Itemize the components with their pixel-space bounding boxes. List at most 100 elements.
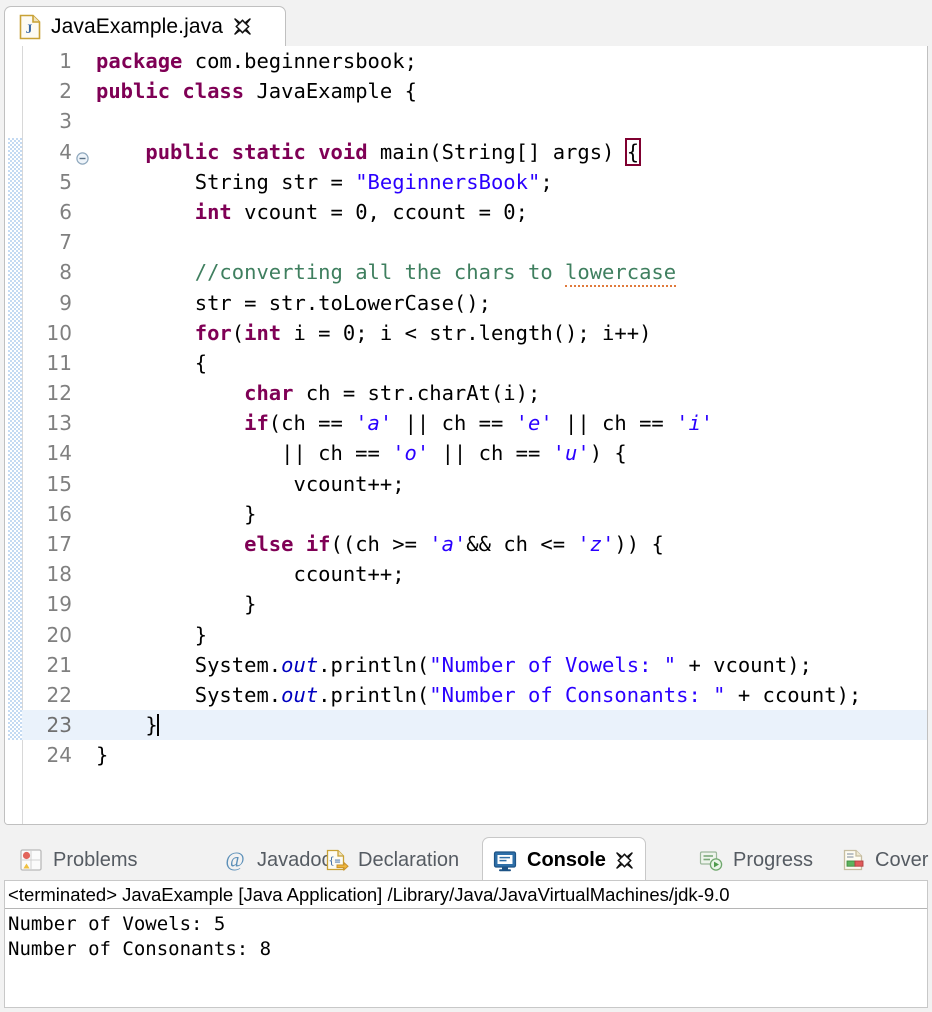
line-number: 15	[46, 471, 72, 496]
bottom-tab-label: Problems	[53, 848, 138, 871]
eclipse-ide-window: J JavaExample.java 1 package com.beginner…	[0, 0, 932, 1012]
code-line[interactable]: 18 ccount++;	[22, 559, 927, 589]
coverage-icon	[840, 847, 866, 873]
code-line[interactable]: 20 }	[22, 620, 927, 650]
code-text: public class JavaExample {	[96, 79, 417, 104]
code-text: }	[96, 713, 159, 738]
line-number: 4	[59, 139, 72, 164]
code-line[interactable]: 7	[22, 227, 927, 257]
code-line[interactable]: 17 else if((ch >= 'a'&& ch <= 'z')) {	[22, 529, 927, 559]
line-number: 20	[46, 622, 72, 647]
line-number: 22	[46, 682, 72, 707]
line-number: 1	[59, 49, 72, 73]
editor-marker-bar[interactable]	[5, 46, 23, 824]
code-text: else if((ch >= 'a'&& ch <= 'z')) {	[244, 532, 664, 556]
code-text: }	[96, 622, 208, 647]
console-output: Number of Vowels: 5 Number of Consonants…	[8, 913, 272, 960]
code-line[interactable]: 9 str = str.toLowerCase();	[22, 288, 927, 318]
line-number: 14	[46, 441, 72, 466]
declaration-icon: {=	[323, 847, 349, 873]
code-text: package com.beginnersbook;	[96, 49, 417, 73]
line-number: 11	[46, 350, 72, 375]
code-text: }	[96, 592, 257, 617]
code-line[interactable]: 6 int vcount = 0, ccount = 0;	[22, 197, 927, 227]
code-line[interactable]: 3	[22, 106, 927, 136]
svg-text:J: J	[26, 21, 33, 36]
bottom-tab-cover[interactable]: Cover	[834, 839, 932, 881]
code-line[interactable]: 11 {	[22, 348, 927, 378]
line-number: 12	[46, 381, 72, 406]
code-line[interactable]: 4 public static void main(String[] args)…	[22, 137, 927, 167]
console-view[interactable]: <terminated> JavaExample [Java Applicati…	[4, 880, 928, 1008]
code-line[interactable]: 16 }	[22, 499, 927, 529]
code-line[interactable]: 12 char ch = str.charAt(i);	[22, 378, 927, 408]
code-text: }	[96, 743, 109, 768]
code-text: {	[96, 350, 208, 375]
close-icon[interactable]	[614, 850, 635, 871]
code-text: ccount++;	[96, 562, 405, 587]
code-line[interactable]: 23 }	[22, 710, 927, 741]
line-number: 2	[59, 79, 72, 104]
code-line[interactable]: 8 //converting all the chars to lowercas…	[22, 257, 927, 288]
bottom-tab-label: Progress	[733, 848, 814, 871]
line-number: 19	[46, 592, 72, 617]
code-text: System.out.println("Number of Vowels: " …	[96, 652, 812, 677]
bottom-view-stack: Problems @ Javadoc {= Declaration Console Prog…	[0, 833, 932, 1012]
line-number: 13	[46, 411, 72, 436]
code-text: System.out.println("Number of Consonants…	[96, 682, 862, 707]
code-area[interactable]: 1 package com.beginnersbook; 2 public class…	[22, 46, 927, 824]
line-number: 16	[46, 501, 72, 526]
svg-text:@: @	[225, 848, 244, 872]
code-text: char ch = str.charAt(i);	[244, 381, 541, 406]
code-line[interactable]: 1 package com.beginnersbook;	[22, 46, 927, 76]
code-text: for(int i = 0; i < str.length(); i++)	[194, 320, 652, 345]
bottom-tab-label: Cover	[875, 848, 929, 871]
problems-icon	[18, 847, 44, 873]
bottom-tab-bar: Problems @ Javadoc {= Declaration Console Prog…	[4, 836, 932, 883]
code-text: String str = "BeginnersBook";	[96, 169, 553, 194]
code-line[interactable]: 10 for(int i = 0; i < str.length(); i++)	[22, 318, 927, 348]
line-number: 6	[59, 199, 72, 224]
code-line[interactable]: 15 vcount++;	[22, 469, 927, 499]
text-cursor	[156, 714, 159, 737]
code-text: int vcount = 0, ccount = 0;	[194, 199, 528, 224]
code-line[interactable]: 5 String str = "BeginnersBook";	[22, 167, 927, 197]
line-number: 3	[59, 109, 72, 134]
console-icon	[492, 848, 518, 874]
line-number: 24	[46, 743, 72, 768]
code-line[interactable]: 19 }	[22, 589, 927, 619]
method-range-marker	[8, 137, 22, 740]
line-number: 7	[59, 230, 72, 255]
bottom-tab-progress[interactable]: Progress	[692, 839, 819, 881]
fold-collapse-icon[interactable]	[76, 146, 89, 165]
line-number: 9	[59, 290, 72, 315]
bottom-tab-console[interactable]: Console	[482, 837, 646, 883]
code-text: public static void main(String[] args) {	[145, 137, 642, 166]
line-number: 18	[46, 562, 72, 587]
bottom-tab-declaration[interactable]: {= Declaration	[317, 839, 465, 881]
java-file-icon: J	[19, 14, 41, 40]
code-text: }	[96, 501, 257, 526]
code-line[interactable]: 21 System.out.println("Number of Vowels:…	[22, 650, 927, 680]
code-line[interactable]: 14 || ch == 'o' || ch == 'u') {	[22, 438, 927, 468]
editor-tab-label: JavaExample.java	[51, 14, 224, 38]
line-number: 8	[59, 260, 72, 285]
code-line[interactable]: 2 public class JavaExample {	[22, 76, 927, 106]
line-number: 21	[46, 652, 72, 677]
bottom-tab-problems[interactable]: Problems	[12, 839, 143, 881]
line-number: 23	[46, 713, 72, 738]
bottom-tab-label: Console	[527, 849, 606, 871]
code-line[interactable]: 13 if(ch == 'a' || ch == 'e' || ch == 'i…	[22, 408, 927, 438]
bottom-tab-label: Declaration	[358, 848, 460, 871]
code-line[interactable]: 22 System.out.println("Number of Consona…	[22, 680, 927, 710]
code-text: //converting all the chars to lowercase	[96, 257, 677, 288]
code-line[interactable]: 24}	[22, 740, 927, 770]
close-icon[interactable]	[232, 16, 253, 37]
code-editor[interactable]: 1 package com.beginnersbook; 2 public class…	[4, 46, 928, 825]
line-number: 17	[46, 532, 72, 556]
console-process-header: <terminated> JavaExample [Java Applicati…	[5, 881, 927, 909]
javadoc-at-icon: @	[222, 847, 248, 873]
code-text: vcount++;	[96, 471, 405, 496]
code-text: str = str.toLowerCase();	[96, 290, 491, 315]
editor-tab-javaexample[interactable]: J JavaExample.java	[4, 6, 286, 46]
